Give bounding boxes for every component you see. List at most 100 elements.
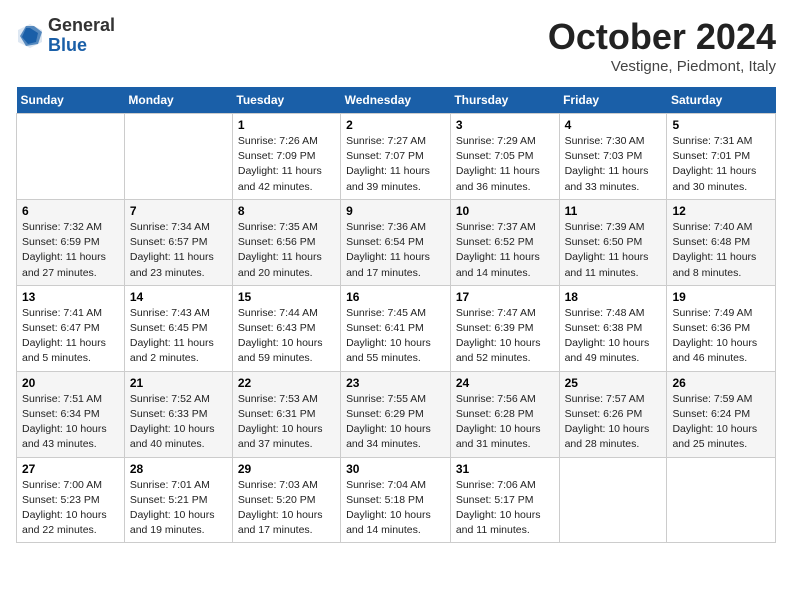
day-info: Sunrise: 7:56 AMSunset: 6:28 PMDaylight:… — [456, 392, 554, 453]
day-number: 10 — [456, 204, 554, 218]
day-info: Sunrise: 7:40 AMSunset: 6:48 PMDaylight:… — [672, 220, 770, 281]
day-number: 5 — [672, 118, 770, 132]
calendar-cell: 4 Sunrise: 7:30 AMSunset: 7:03 PMDaylight… — [559, 114, 667, 200]
location-subtitle: Vestigne, Piedmont, Italy — [548, 58, 776, 75]
calendar-cell: 24 Sunrise: 7:56 AMSunset: 6:28 PMDayligh… — [450, 371, 559, 457]
logo-general: General — [48, 16, 115, 36]
day-header-saturday: Saturday — [667, 87, 776, 114]
day-number: 3 — [456, 118, 554, 132]
day-number: 19 — [672, 290, 770, 304]
day-number: 29 — [238, 462, 335, 476]
day-info: Sunrise: 7:51 AMSunset: 6:34 PMDaylight:… — [22, 392, 119, 453]
day-info: Sunrise: 7:29 AMSunset: 7:05 PMDaylight:… — [456, 134, 554, 195]
day-info: Sunrise: 7:37 AMSunset: 6:52 PMDaylight:… — [456, 220, 554, 281]
day-info: Sunrise: 7:32 AMSunset: 6:59 PMDaylight:… — [22, 220, 119, 281]
day-number: 16 — [346, 290, 445, 304]
day-info: Sunrise: 7:04 AMSunset: 5:18 PMDaylight:… — [346, 478, 445, 539]
calendar-cell: 28 Sunrise: 7:01 AMSunset: 5:21 PMDayligh… — [124, 457, 232, 543]
day-number: 2 — [346, 118, 445, 132]
day-header-friday: Friday — [559, 87, 667, 114]
calendar-cell: 21 Sunrise: 7:52 AMSunset: 6:33 PMDayligh… — [124, 371, 232, 457]
calendar-cell — [667, 457, 776, 543]
day-number: 12 — [672, 204, 770, 218]
title-block: October 2024 Vestigne, Piedmont, Italy — [548, 16, 776, 75]
day-info: Sunrise: 7:34 AMSunset: 6:57 PMDaylight:… — [130, 220, 227, 281]
day-number: 9 — [346, 204, 445, 218]
calendar-cell: 1 Sunrise: 7:26 AMSunset: 7:09 PMDaylight… — [232, 114, 340, 200]
day-info: Sunrise: 7:06 AMSunset: 5:17 PMDaylight:… — [456, 478, 554, 539]
day-header-sunday: Sunday — [17, 87, 125, 114]
day-number: 21 — [130, 376, 227, 390]
day-info: Sunrise: 7:55 AMSunset: 6:29 PMDaylight:… — [346, 392, 445, 453]
day-info: Sunrise: 7:30 AMSunset: 7:03 PMDaylight:… — [565, 134, 662, 195]
calendar-week-2: 6 Sunrise: 7:32 AMSunset: 6:59 PMDaylight… — [17, 199, 776, 285]
day-info: Sunrise: 7:47 AMSunset: 6:39 PMDaylight:… — [456, 306, 554, 367]
calendar-cell: 26 Sunrise: 7:59 AMSunset: 6:24 PMDayligh… — [667, 371, 776, 457]
calendar-cell — [17, 114, 125, 200]
page-header: General Blue October 2024 Vestigne, Pied… — [16, 16, 776, 75]
day-number: 28 — [130, 462, 227, 476]
day-info: Sunrise: 7:53 AMSunset: 6:31 PMDaylight:… — [238, 392, 335, 453]
calendar-cell: 12 Sunrise: 7:40 AMSunset: 6:48 PMDayligh… — [667, 199, 776, 285]
day-number: 22 — [238, 376, 335, 390]
calendar-cell: 8Sunrise: 7:35 AMSunset: 6:56 PMDaylight… — [232, 199, 340, 285]
day-number: 31 — [456, 462, 554, 476]
day-info: Sunrise: 7:57 AMSunset: 6:26 PMDaylight:… — [565, 392, 662, 453]
day-info: Sunrise: 7:00 AMSunset: 5:23 PMDaylight:… — [22, 478, 119, 539]
day-number: 24 — [456, 376, 554, 390]
day-number: 30 — [346, 462, 445, 476]
day-number: 7 — [130, 204, 227, 218]
day-info: Sunrise: 7:39 AMSunset: 6:50 PMDaylight:… — [565, 220, 662, 281]
calendar-cell: 18 Sunrise: 7:48 AMSunset: 6:38 PMDayligh… — [559, 285, 667, 371]
day-info: Sunrise: 7:03 AMSunset: 5:20 PMDaylight:… — [238, 478, 335, 539]
calendar-cell — [124, 114, 232, 200]
calendar-cell: 31 Sunrise: 7:06 AMSunset: 5:17 PMDayligh… — [450, 457, 559, 543]
calendar-cell: 30 Sunrise: 7:04 AMSunset: 5:18 PMDayligh… — [341, 457, 451, 543]
calendar-cell: 16Sunrise: 7:45 AMSunset: 6:41 PMDayligh… — [341, 285, 451, 371]
day-number: 25 — [565, 376, 662, 390]
day-info: Sunrise: 7:48 AMSunset: 6:38 PMDaylight:… — [565, 306, 662, 367]
day-number: 23 — [346, 376, 445, 390]
calendar-cell: 5 Sunrise: 7:31 AMSunset: 7:01 PMDaylight… — [667, 114, 776, 200]
day-header-thursday: Thursday — [450, 87, 559, 114]
month-title: October 2024 — [548, 16, 776, 58]
day-number: 26 — [672, 376, 770, 390]
day-number: 27 — [22, 462, 119, 476]
calendar-cell: 9Sunrise: 7:36 AMSunset: 6:54 PMDaylight… — [341, 199, 451, 285]
calendar-cell: 22 Sunrise: 7:53 AMSunset: 6:31 PMDayligh… — [232, 371, 340, 457]
day-number: 14 — [130, 290, 227, 304]
day-info: Sunrise: 7:44 AMSunset: 6:43 PMDaylight:… — [238, 306, 335, 367]
day-number: 6 — [22, 204, 119, 218]
day-number: 11 — [565, 204, 662, 218]
calendar-cell: 19Sunrise: 7:49 AMSunset: 6:36 PMDayligh… — [667, 285, 776, 371]
day-number: 1 — [238, 118, 335, 132]
calendar-week-5: 27 Sunrise: 7:00 AMSunset: 5:23 PMDayligh… — [17, 457, 776, 543]
day-header-tuesday: Tuesday — [232, 87, 340, 114]
day-info: Sunrise: 7:31 AMSunset: 7:01 PMDaylight:… — [672, 134, 770, 195]
day-number: 15 — [238, 290, 335, 304]
calendar-cell: 10 Sunrise: 7:37 AMSunset: 6:52 PMDayligh… — [450, 199, 559, 285]
day-info: Sunrise: 7:35 AMSunset: 6:56 PMDaylight:… — [238, 220, 335, 281]
day-header-wednesday: Wednesday — [341, 87, 451, 114]
day-info: Sunrise: 7:26 AMSunset: 7:09 PMDaylight:… — [238, 134, 335, 195]
calendar-cell: 23 Sunrise: 7:55 AMSunset: 6:29 PMDayligh… — [341, 371, 451, 457]
calendar-table: SundayMondayTuesdayWednesdayThursdayFrid… — [16, 87, 776, 543]
logo-icon — [16, 22, 44, 50]
calendar-week-4: 20Sunrise: 7:51 AMSunset: 6:34 PMDayligh… — [17, 371, 776, 457]
calendar-cell: 7 Sunrise: 7:34 AMSunset: 6:57 PMDaylight… — [124, 199, 232, 285]
logo: General Blue — [16, 16, 115, 56]
calendar-cell: 11 Sunrise: 7:39 AMSunset: 6:50 PMDayligh… — [559, 199, 667, 285]
day-number: 4 — [565, 118, 662, 132]
day-number: 18 — [565, 290, 662, 304]
logo-text: General Blue — [48, 16, 115, 56]
calendar-cell: 20Sunrise: 7:51 AMSunset: 6:34 PMDayligh… — [17, 371, 125, 457]
calendar-cell: 15 Sunrise: 7:44 AMSunset: 6:43 PMDayligh… — [232, 285, 340, 371]
calendar-cell: 2Sunrise: 7:27 AMSunset: 7:07 PMDaylight… — [341, 114, 451, 200]
day-info: Sunrise: 7:01 AMSunset: 5:21 PMDaylight:… — [130, 478, 227, 539]
day-info: Sunrise: 7:52 AMSunset: 6:33 PMDaylight:… — [130, 392, 227, 453]
day-number: 13 — [22, 290, 119, 304]
day-info: Sunrise: 7:59 AMSunset: 6:24 PMDaylight:… — [672, 392, 770, 453]
day-number: 17 — [456, 290, 554, 304]
calendar-cell: 14Sunrise: 7:43 AMSunset: 6:45 PMDayligh… — [124, 285, 232, 371]
calendar-cell: 3 Sunrise: 7:29 AMSunset: 7:05 PMDaylight… — [450, 114, 559, 200]
